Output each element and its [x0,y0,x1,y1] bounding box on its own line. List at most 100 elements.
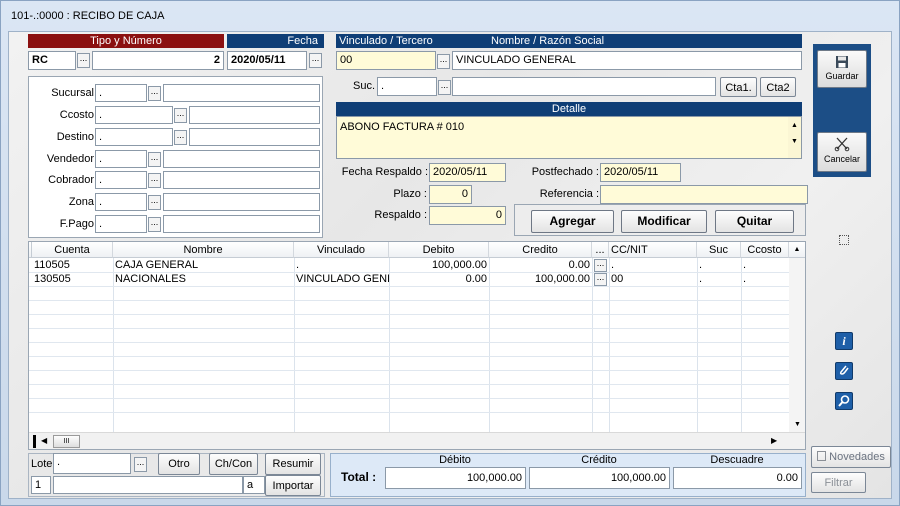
fecha-respaldo-field[interactable]: 2020/05/11 [429,163,506,182]
ccosto-desc-field[interactable] [189,106,320,124]
tipo-lookup-button[interactable]: ... [77,53,90,68]
col-header-ccosto[interactable]: Ccosto [741,242,789,258]
destino-field[interactable]: . [95,128,173,146]
cell-credito[interactable]: 100,000.00 [489,273,592,286]
fpago-field[interactable]: . [95,215,147,233]
cancelar-button[interactable]: Cancelar [817,132,867,172]
lote-desc-field[interactable] [53,476,243,494]
zona-desc-field[interactable] [163,193,320,211]
scroll-left-icon[interactable]: ◀ [41,436,47,445]
a-field[interactable]: a [243,476,265,494]
cell-credito[interactable]: 0.00 [489,259,592,272]
novedades-button[interactable]: Novedades [811,446,891,468]
chcon-button[interactable]: Ch/Con [209,453,258,475]
destino-desc-field[interactable] [189,128,320,146]
cta1-button[interactable]: Cta1. [720,77,757,97]
sucursal-lookup-button[interactable]: ... [148,86,161,101]
cell-nombre[interactable]: NACIONALES [113,273,294,286]
grid-vertical-scrollbar[interactable]: ▼ [789,258,805,432]
postfechado-field[interactable]: 2020/05/11 [600,163,681,182]
cell-ccnit[interactable]: 00 [609,273,697,286]
otro-button[interactable]: Otro [158,453,200,475]
scroll-down-icon[interactable]: ▼ [788,138,801,145]
fpago-lookup-button[interactable]: ... [148,217,161,232]
grid-horizontal-scrollbar[interactable]: ◀ III ▶ [29,432,805,449]
respaldo-field[interactable]: 0 [429,206,506,225]
cell-nombre[interactable]: CAJA GENERAL [113,259,294,272]
vendedor-desc-field[interactable] [163,150,320,168]
cell-ccosto[interactable]: . [741,273,789,286]
cell-cuenta[interactable]: 110505 [32,259,113,272]
row-lookup-button[interactable]: ... [594,259,607,272]
vendedor-field[interactable]: . [95,150,147,168]
search-icon[interactable] [835,392,853,410]
accounts-grid[interactable]: Cuenta Nombre Vinculado Debito Credito .… [28,241,806,450]
cell-ccnit[interactable]: . [609,259,697,272]
ccosto-field[interactable]: . [95,106,173,124]
suc-lookup-button[interactable]: ... [438,80,451,95]
vinculado-field[interactable]: 00 [336,51,436,70]
numero-field[interactable]: 2 [92,51,224,70]
nombre-field[interactable]: VINCULADO GENERAL [452,51,802,70]
cell-ccosto[interactable]: . [741,259,789,272]
referencia-field[interactable] [600,185,808,204]
col-header-credito[interactable]: Credito [489,242,592,258]
col-header-nombre[interactable]: Nombre [113,242,294,258]
info-icon[interactable]: i [835,332,853,350]
zona-lookup-button[interactable]: ... [148,195,161,210]
cta2-button[interactable]: Cta2 [760,77,796,97]
vinculado-lookup-button[interactable]: ... [437,54,450,69]
cell-suc[interactable]: . [697,259,741,272]
cobrador-lookup-button[interactable]: ... [148,173,161,188]
table-row[interactable]: 130505 NACIONALES VINCULADO GENE 0.00 10… [29,273,789,286]
col-header-ccnit[interactable]: CC/NIT [609,242,697,258]
suc-name-field[interactable] [452,77,716,96]
cobrador-desc-field[interactable] [163,171,320,189]
importar-button[interactable]: Importar [265,475,321,496]
destino-lookup-button[interactable]: ... [174,130,187,145]
fecha-picker-button[interactable]: ... [309,53,322,68]
hscroll-thumb[interactable]: III [53,435,80,448]
fecha-field[interactable]: 2020/05/11 [227,51,307,70]
detalle-scrollbar[interactable]: ▲ ▼ [788,117,801,158]
cobrador-field[interactable]: . [95,171,147,189]
cell-debito[interactable]: 100,000.00 [389,259,489,272]
col-header-ellipsis[interactable]: ... [592,242,609,258]
lote-field[interactable]: . [53,453,131,474]
scroll-up-icon[interactable]: ▲ [788,122,801,129]
sucursal-field[interactable]: . [95,84,147,102]
cell-suc[interactable]: . [697,273,741,286]
agregar-button[interactable]: Agregar [531,210,614,233]
ccosto-lookup-button[interactable]: ... [174,108,187,123]
col-header-debito[interactable]: Debito [389,242,489,258]
tipo-field[interactable]: RC [28,51,76,70]
fpago-desc-field[interactable] [163,215,320,233]
col-header-vinculado[interactable]: Vinculado [294,242,389,258]
quitar-button[interactable]: Quitar [715,210,794,233]
plazo-field[interactable]: 0 [429,185,472,204]
grid-scroll-down-icon[interactable]: ▼ [789,421,805,428]
filtrar-button[interactable]: Filtrar [811,472,866,493]
cell-vinculado[interactable]: VINCULADO GENE [294,273,389,286]
scroll-right-icon[interactable]: ▶ [771,436,777,445]
cell-vinculado[interactable]: . [294,259,389,272]
detalle-textarea[interactable]: ABONO FACTURA # 010 [336,116,802,159]
grid-scroll-up-icon[interactable]: ▲ [789,242,805,258]
col-header-suc[interactable]: Suc [697,242,741,258]
table-row[interactable]: 110505 CAJA GENERAL . 100,000.00 0.00 ..… [29,259,789,272]
suc-field[interactable]: . [377,77,437,96]
guardar-button[interactable]: Guardar [817,50,867,88]
modificar-button[interactable]: Modificar [621,210,707,233]
checkbox-placeholder[interactable] [839,235,849,245]
zona-field[interactable]: . [95,193,147,211]
row-lookup-button[interactable]: ... [594,273,607,286]
attachment-icon[interactable] [835,362,853,380]
cell-debito[interactable]: 0.00 [389,273,489,286]
lote-lookup-button[interactable]: ... [134,457,147,472]
sucursal-desc-field[interactable] [163,84,320,102]
resumir-button[interactable]: Resumir [265,453,321,475]
page-number-field[interactable]: 1 [31,476,51,494]
vendedor-lookup-button[interactable]: ... [148,152,161,167]
cell-cuenta[interactable]: 130505 [32,273,113,286]
col-header-cuenta[interactable]: Cuenta [32,242,113,258]
